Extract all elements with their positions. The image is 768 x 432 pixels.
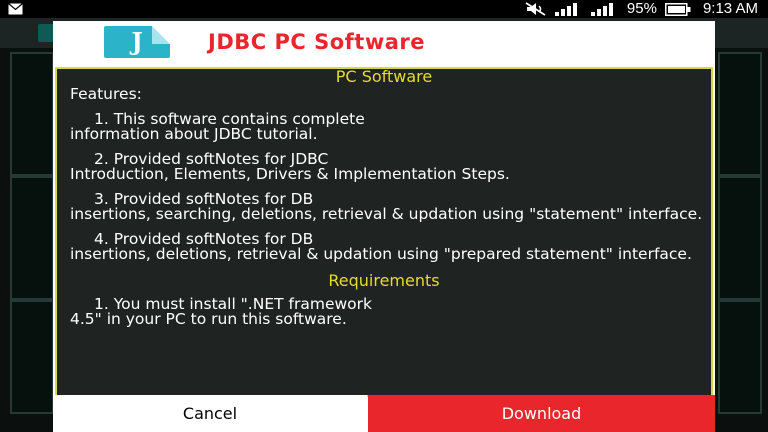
background-tile bbox=[718, 52, 762, 176]
clock: 9:13 AM bbox=[702, 0, 758, 17]
feature-item-rest: Introduction, Elements, Drivers & Implem… bbox=[70, 165, 510, 183]
feature-item-rest: insertions, deletions, retrieval & updat… bbox=[70, 245, 692, 263]
section-heading: PC Software bbox=[335, 67, 433, 86]
feature-item-rest: insertions, searching, deletions, retrie… bbox=[70, 205, 703, 223]
background-app-icon bbox=[38, 24, 54, 42]
requirements-heading: Requirements bbox=[328, 271, 440, 290]
feature-item: 4. Provided softNotes for DB insertions,… bbox=[57, 231, 711, 263]
dialog-content[interactable]: PC Software Features: 1. This software c… bbox=[55, 67, 713, 397]
status-bar: 95% 9:13 AM bbox=[0, 0, 768, 18]
battery-percent: 95% bbox=[626, 0, 657, 17]
feature-item: 3. Provided softNotes for DB insertions,… bbox=[57, 191, 711, 223]
background-tile bbox=[10, 176, 54, 300]
feature-item-rest: information about JDBC tutorial. bbox=[70, 125, 318, 143]
download-button[interactable]: Download bbox=[368, 395, 715, 432]
mute-icon bbox=[525, 2, 547, 16]
app-icon-letter: J bbox=[131, 27, 143, 56]
background-tile bbox=[718, 176, 762, 300]
dialog-header: J JDBC PC Software bbox=[53, 21, 715, 67]
dialog-footer: Cancel Download bbox=[53, 395, 715, 432]
signal-icon bbox=[590, 2, 619, 16]
battery-icon bbox=[664, 2, 691, 16]
background-tile bbox=[10, 52, 54, 176]
dialog-title: JDBC PC Software bbox=[208, 30, 425, 54]
signal-icon bbox=[554, 2, 583, 16]
background-tile bbox=[10, 300, 54, 414]
background-tile bbox=[718, 300, 762, 414]
cancel-button[interactable]: Cancel bbox=[53, 395, 367, 432]
app-icon: J bbox=[104, 26, 170, 58]
requirement-item: 1. You must install ".NET framework 4.5"… bbox=[57, 296, 711, 328]
feature-item: 2. Provided softNotes for JDBC Introduct… bbox=[57, 151, 711, 183]
feature-item: 1. This software contains complete infor… bbox=[57, 111, 711, 143]
requirement-item-rest: 4.5" in your PC to run this software. bbox=[70, 310, 347, 328]
features-label: Features: bbox=[70, 85, 142, 103]
software-dialog: J JDBC PC Software PC Software Features:… bbox=[53, 21, 715, 432]
